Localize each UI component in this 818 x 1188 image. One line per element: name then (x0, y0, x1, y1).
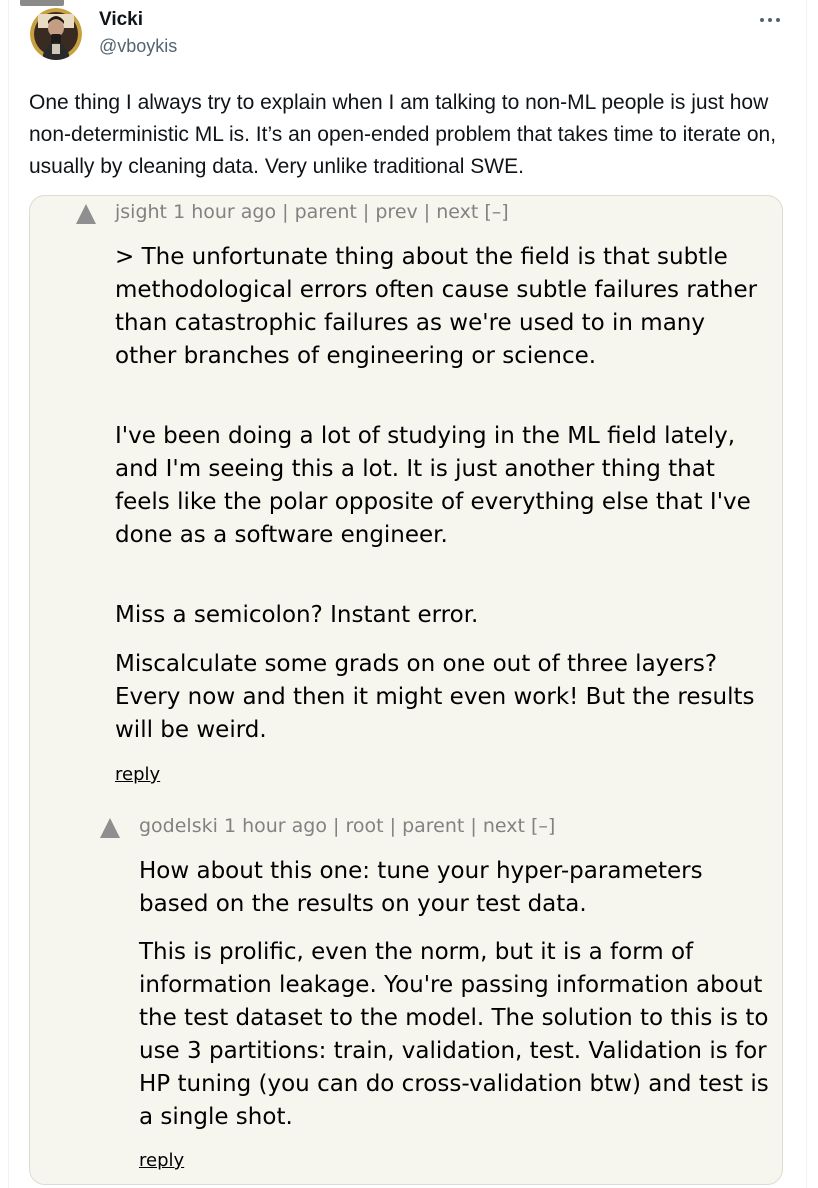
parent-link[interactable]: parent (402, 815, 464, 837)
tweet-border-left (8, 0, 9, 1188)
reply-link[interactable]: reply (115, 764, 160, 785)
avatar[interactable] (30, 8, 82, 60)
next-link[interactable]: next (436, 201, 478, 223)
separator: | (333, 815, 340, 837)
avatar-image (30, 8, 82, 60)
upvote-arrow-icon[interactable] (76, 204, 96, 224)
comment-paragraph: How about this one: tune your hyper-para… (139, 858, 703, 917)
comment-paragraph: This is prolific, even the norm, but it … (139, 939, 769, 1130)
prev-link[interactable]: prev (375, 201, 417, 223)
author-handle[interactable]: @vboykis (99, 36, 177, 57)
comment-meta: jsight 1 hour ago | parent | prev | next… (115, 201, 509, 223)
comment-age[interactable]: 1 hour ago (173, 201, 276, 223)
separator: | (389, 815, 397, 837)
root-link[interactable]: root (345, 815, 383, 837)
embedded-screenshot[interactable]: jsight 1 hour ago | parent | prev | next… (29, 195, 783, 1185)
comment-paragraph: I've been doing a lot of studying in the… (115, 423, 751, 548)
tweet-border-right (806, 0, 807, 1188)
parent-link[interactable]: parent (295, 201, 357, 223)
upvote-arrow-icon[interactable] (100, 818, 120, 838)
separator: | (282, 201, 289, 223)
comment-paragraph: Miscalculate some grads on one out of th… (115, 651, 755, 743)
comment-username[interactable]: jsight (115, 201, 167, 223)
comment-paragraph: > The unfortunate thing about the field … (115, 244, 758, 369)
window-top-bar (20, 0, 64, 6)
tweet-text: One thing I always try to explain when I… (29, 91, 777, 178)
comment-paragraph: Miss a semicolon? Instant error. (115, 602, 479, 628)
separator: | (470, 815, 477, 837)
comment-age[interactable]: 1 hour ago (224, 815, 327, 837)
next-link[interactable]: next (483, 815, 525, 837)
separator: | (423, 201, 431, 223)
author-name[interactable]: Vicki (99, 9, 143, 31)
collapse-toggle[interactable]: [–] (531, 815, 555, 837)
reply-link[interactable]: reply (139, 1150, 184, 1171)
separator: | (362, 201, 370, 223)
comment-username[interactable]: godelski (139, 815, 218, 837)
more-horizontal-icon[interactable] (759, 6, 781, 29)
collapse-toggle[interactable]: [–] (484, 201, 508, 223)
comment-meta: godelski 1 hour ago | root | parent | ne… (139, 815, 555, 837)
